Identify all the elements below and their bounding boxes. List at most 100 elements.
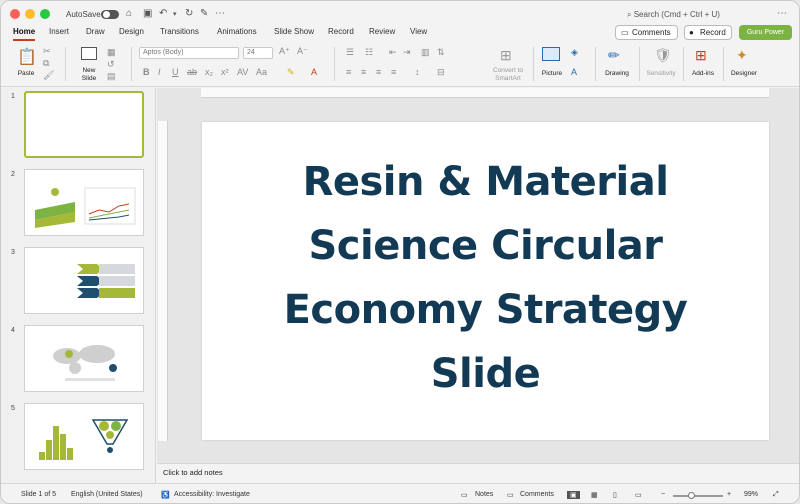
align-left-icon[interactable]: ≡	[346, 67, 351, 77]
paste-button[interactable]: 📋 Paste	[13, 47, 39, 81]
designer-button[interactable]: ✦ Designer	[728, 47, 760, 83]
bullets-icon[interactable]: ☰	[346, 47, 354, 58]
zoom-level[interactable]: 99%	[744, 491, 758, 498]
notes-toggle[interactable]: Notes	[475, 491, 493, 498]
cut-icon[interactable]: ✂	[43, 46, 51, 57]
zoom-window-button[interactable]	[40, 9, 50, 19]
tab-insert[interactable]: Insert	[49, 27, 69, 36]
italic-icon[interactable]: I	[158, 67, 161, 77]
convert-smartart-button[interactable]: ⊞ Convert to SmartArt	[487, 47, 529, 83]
tab-design[interactable]: Design	[119, 27, 144, 36]
slide-thumbnail-4[interactable]	[24, 325, 144, 392]
zoom-slider[interactable]	[673, 492, 723, 499]
tab-view[interactable]: View	[410, 27, 427, 36]
font-size-select[interactable]: 24	[243, 47, 273, 59]
copy-icon[interactable]: ⧉	[43, 58, 49, 69]
zoom-in-icon[interactable]: +	[727, 491, 731, 498]
change-case-icon[interactable]: Aa	[256, 67, 267, 77]
notes-placeholder: Click to add notes	[163, 468, 223, 477]
sensitivity-button[interactable]: 🛡 Sensitivity	[643, 47, 679, 83]
drawing-button[interactable]: ✏ Drawing	[602, 47, 632, 83]
justify-icon[interactable]: ≡	[391, 67, 396, 77]
reset-icon[interactable]: ↺	[107, 59, 115, 70]
align-right-icon[interactable]: ≡	[376, 67, 381, 77]
search-icon: ⌕	[627, 10, 634, 19]
increase-indent-icon[interactable]: ⇥	[403, 47, 411, 58]
redo-icon[interactable]: ↻	[185, 8, 193, 19]
tab-slide-show[interactable]: Slide Show	[274, 27, 314, 36]
slide-sorter-icon[interactable]: ▦	[591, 491, 598, 499]
layout-icon[interactable]: ▦	[107, 47, 116, 58]
bold-icon[interactable]: B	[143, 67, 150, 77]
line-spacing-icon[interactable]: ↕	[415, 67, 420, 77]
customize-icon[interactable]: ✎	[200, 8, 208, 19]
record-button[interactable]: ● Record	[684, 25, 732, 40]
minimize-window-button[interactable]	[25, 9, 35, 19]
slideshow-icon[interactable]: ▭	[635, 491, 642, 499]
align-text-icon[interactable]: ⊟	[437, 67, 445, 78]
accessibility-icon: ♿	[161, 492, 170, 499]
numbering-icon[interactable]: ☷	[365, 47, 373, 58]
fit-to-window-icon[interactable]: ⤢	[773, 491, 779, 499]
clipboard-icon: 📋	[17, 49, 37, 66]
slide-thumbnail-1[interactable]	[24, 91, 144, 158]
more-icon[interactable]: ⋯	[215, 8, 225, 19]
home-icon[interactable]: ⌂	[126, 8, 132, 19]
picture-button[interactable]: Picture	[539, 47, 565, 83]
comment-icon: ▭	[621, 28, 629, 37]
save-icon[interactable]: ▣	[143, 8, 152, 19]
ribbon-separator	[131, 47, 132, 81]
slide-title[interactable]: Resin & Material Science Circular Econom…	[232, 150, 739, 406]
highlight-icon[interactable]: ✎	[287, 67, 295, 78]
zoom-out-icon[interactable]: −	[661, 491, 665, 498]
shapes-icon[interactable]: ◈	[571, 47, 578, 58]
normal-view-icon[interactable]: ▣	[567, 491, 580, 499]
more-options-icon[interactable]: ⋯	[777, 8, 787, 19]
tab-record[interactable]: Record	[328, 27, 354, 36]
font-name-select[interactable]: Aptos (Body)	[139, 47, 239, 59]
ribbon-separator	[639, 47, 640, 81]
tab-home[interactable]: Home	[13, 27, 36, 41]
undo-icon[interactable]: ↶	[159, 8, 167, 19]
format-painter-icon[interactable]: 🖌	[43, 70, 54, 81]
underline-icon[interactable]: U	[172, 67, 179, 77]
comments-toggle[interactable]: Comments	[520, 491, 554, 498]
increase-font-icon[interactable]: A⁺	[279, 46, 290, 57]
horizontal-ruler	[201, 88, 769, 98]
language-status[interactable]: English (United States)	[71, 491, 143, 498]
ribbon-separator	[533, 47, 534, 81]
decrease-font-icon[interactable]: A⁻	[297, 46, 308, 57]
slide-thumbnail-2[interactable]	[24, 169, 144, 236]
font-color-icon[interactable]: A	[311, 67, 317, 77]
search-box[interactable]: ⌕ Search (Cmd + Ctrl + U)	[627, 10, 720, 20]
text-box-icon[interactable]: A	[571, 67, 577, 77]
close-window-button[interactable]	[10, 9, 20, 19]
reading-view-icon[interactable]: ▯	[613, 491, 617, 499]
align-center-icon[interactable]: ≡	[361, 67, 366, 77]
columns-icon[interactable]: ▥	[421, 47, 430, 58]
text-direction-icon[interactable]: ⇅	[437, 47, 445, 58]
guru-power-button[interactable]: Guru Power	[739, 25, 792, 40]
accessibility-status[interactable]: Accessibility: Investigate	[174, 491, 250, 498]
subscript-icon[interactable]: x₂	[205, 67, 213, 77]
tab-draw[interactable]: Draw	[86, 27, 105, 36]
section-icon[interactable]: ▤	[107, 71, 116, 82]
superscript-icon[interactable]: x²	[221, 67, 229, 77]
notes-pane[interactable]: Click to add notes	[157, 463, 799, 483]
tab-animations[interactable]: Animations	[217, 27, 257, 36]
strikethrough-icon[interactable]: ab	[187, 67, 197, 77]
comments-button[interactable]: ▭ Comments	[615, 25, 678, 40]
add-ins-button[interactable]: ⊞ Add-ins	[688, 47, 718, 83]
new-slide-button[interactable]: New Slide	[77, 47, 101, 83]
undo-dropdown-icon[interactable]: ▾	[173, 10, 177, 18]
zoom-slider-thumb[interactable]	[688, 492, 695, 499]
tab-review[interactable]: Review	[369, 27, 395, 36]
character-spacing-icon[interactable]: AV	[237, 67, 248, 77]
thumbnail-number: 5	[11, 405, 15, 412]
current-slide[interactable]: Resin & Material Science Circular Econom…	[202, 122, 769, 440]
tab-transitions[interactable]: Transitions	[160, 27, 199, 36]
slide-thumbnail-5[interactable]	[24, 403, 144, 470]
autosave-toggle[interactable]	[101, 10, 119, 19]
decrease-indent-icon[interactable]: ⇤	[389, 47, 397, 58]
slide-thumbnail-3[interactable]	[24, 247, 144, 314]
